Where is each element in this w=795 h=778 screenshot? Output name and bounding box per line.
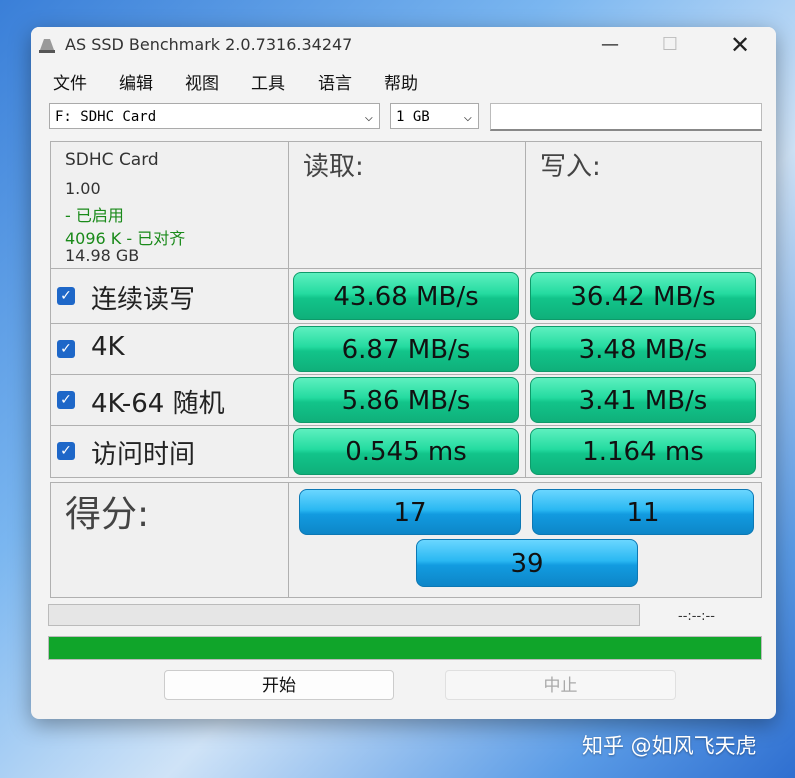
chevron-down-icon: ⌵: [364, 109, 373, 125]
row-label-cell: ✓ 连续读写: [50, 268, 289, 324]
row-label: 4K: [91, 332, 125, 362]
drive-capacity: 14.98 GB: [65, 246, 140, 265]
title-bar[interactable]: AS SSD Benchmark 2.0.7316.34247 — ☐ ✕: [31, 27, 776, 63]
row-label-cell: ✓ 4K: [50, 323, 289, 375]
write-result: 36.42 MB/s: [530, 272, 756, 320]
drive-info-panel: SDHC Card 1.00 - 已启用 4096 K - 已对齐 14.98 …: [50, 141, 289, 269]
drive-name: SDHC Card: [65, 150, 159, 170]
write-result-cell: 1.164 ms: [525, 425, 762, 478]
start-button[interactable]: 开始: [164, 670, 394, 700]
write-result-cell: 3.48 MB/s: [525, 323, 762, 375]
maximize-button[interactable]: ☐: [647, 27, 693, 63]
row-label: 访问时间: [91, 440, 196, 470]
read-result: 5.86 MB/s: [293, 377, 519, 423]
read-result-cell: 6.87 MB/s: [288, 323, 526, 375]
window-title: AS SSD Benchmark 2.0.7316.34247: [65, 35, 353, 54]
menu-edit[interactable]: 编辑: [119, 69, 153, 94]
write-result: 1.164 ms: [530, 428, 756, 475]
row-checkbox[interactable]: ✓: [57, 340, 75, 358]
app-window: AS SSD Benchmark 2.0.7316.34247 — ☐ ✕ 文件…: [31, 27, 776, 719]
menu-view[interactable]: 视图: [185, 69, 219, 94]
drive-version: 1.00: [65, 179, 101, 198]
write-result: 3.48 MB/s: [530, 326, 756, 372]
overall-progress-fill: [49, 637, 761, 659]
write-score: 11: [532, 489, 754, 535]
score-label: 得分:: [65, 494, 150, 535]
write-result: 3.41 MB/s: [530, 377, 756, 423]
drive-select[interactable]: F: SDHC Card ⌵: [49, 103, 380, 129]
row-label-cell: ✓ 4K-64 随机: [50, 374, 289, 426]
row-checkbox[interactable]: ✓: [57, 287, 75, 305]
info-text-field[interactable]: [490, 103, 762, 131]
read-result: 6.87 MB/s: [293, 326, 519, 372]
menu-help[interactable]: 帮助: [384, 69, 418, 94]
size-select[interactable]: 1 GB ⌵: [390, 103, 479, 129]
size-select-value: 1 GB: [396, 109, 430, 125]
total-score: 39: [416, 539, 638, 587]
read-result-cell: 0.545 ms: [288, 425, 526, 478]
menu-tools[interactable]: 工具: [251, 69, 285, 94]
test-progress-bar: [48, 604, 640, 626]
write-result-cell: 36.42 MB/s: [525, 268, 762, 324]
row-checkbox[interactable]: ✓: [57, 442, 75, 460]
read-header-label: 读取:: [303, 152, 364, 182]
read-header: 读取:: [288, 141, 526, 269]
read-result: 0.545 ms: [293, 428, 519, 475]
score-label-cell: 得分:: [50, 482, 289, 598]
row-checkbox[interactable]: ✓: [57, 391, 75, 409]
row-label: 连续读写: [91, 285, 196, 315]
write-header-label: 写入:: [540, 152, 601, 182]
score-panel: 17 11 39: [288, 482, 762, 598]
watermark: 知乎 @如风飞天虎: [582, 734, 757, 758]
read-result-cell: 5.86 MB/s: [288, 374, 526, 426]
drive-select-value: F: SDHC Card: [55, 109, 157, 125]
row-label-cell: ✓ 访问时间: [50, 425, 289, 478]
menu-language[interactable]: 语言: [318, 69, 352, 94]
minimize-button[interactable]: —: [587, 27, 633, 63]
menu-file[interactable]: 文件: [53, 69, 87, 94]
drive-icon: [39, 39, 55, 53]
read-score: 17: [299, 489, 521, 535]
close-button[interactable]: ✕: [717, 27, 763, 63]
overall-progress-bar: [48, 636, 762, 660]
drive-status: - 已启用: [65, 206, 124, 225]
stop-button[interactable]: 中止: [445, 670, 676, 700]
write-header: 写入:: [525, 141, 762, 269]
read-result-cell: 43.68 MB/s: [288, 268, 526, 324]
row-label: 4K-64 随机: [91, 389, 225, 419]
read-result: 43.68 MB/s: [293, 272, 519, 320]
write-result-cell: 3.41 MB/s: [525, 374, 762, 426]
menu-bar: 文件 编辑 视图 工具 语言 帮助: [31, 69, 776, 95]
chevron-down-icon: ⌵: [463, 109, 472, 125]
elapsed-time: --:--:--: [678, 609, 715, 624]
